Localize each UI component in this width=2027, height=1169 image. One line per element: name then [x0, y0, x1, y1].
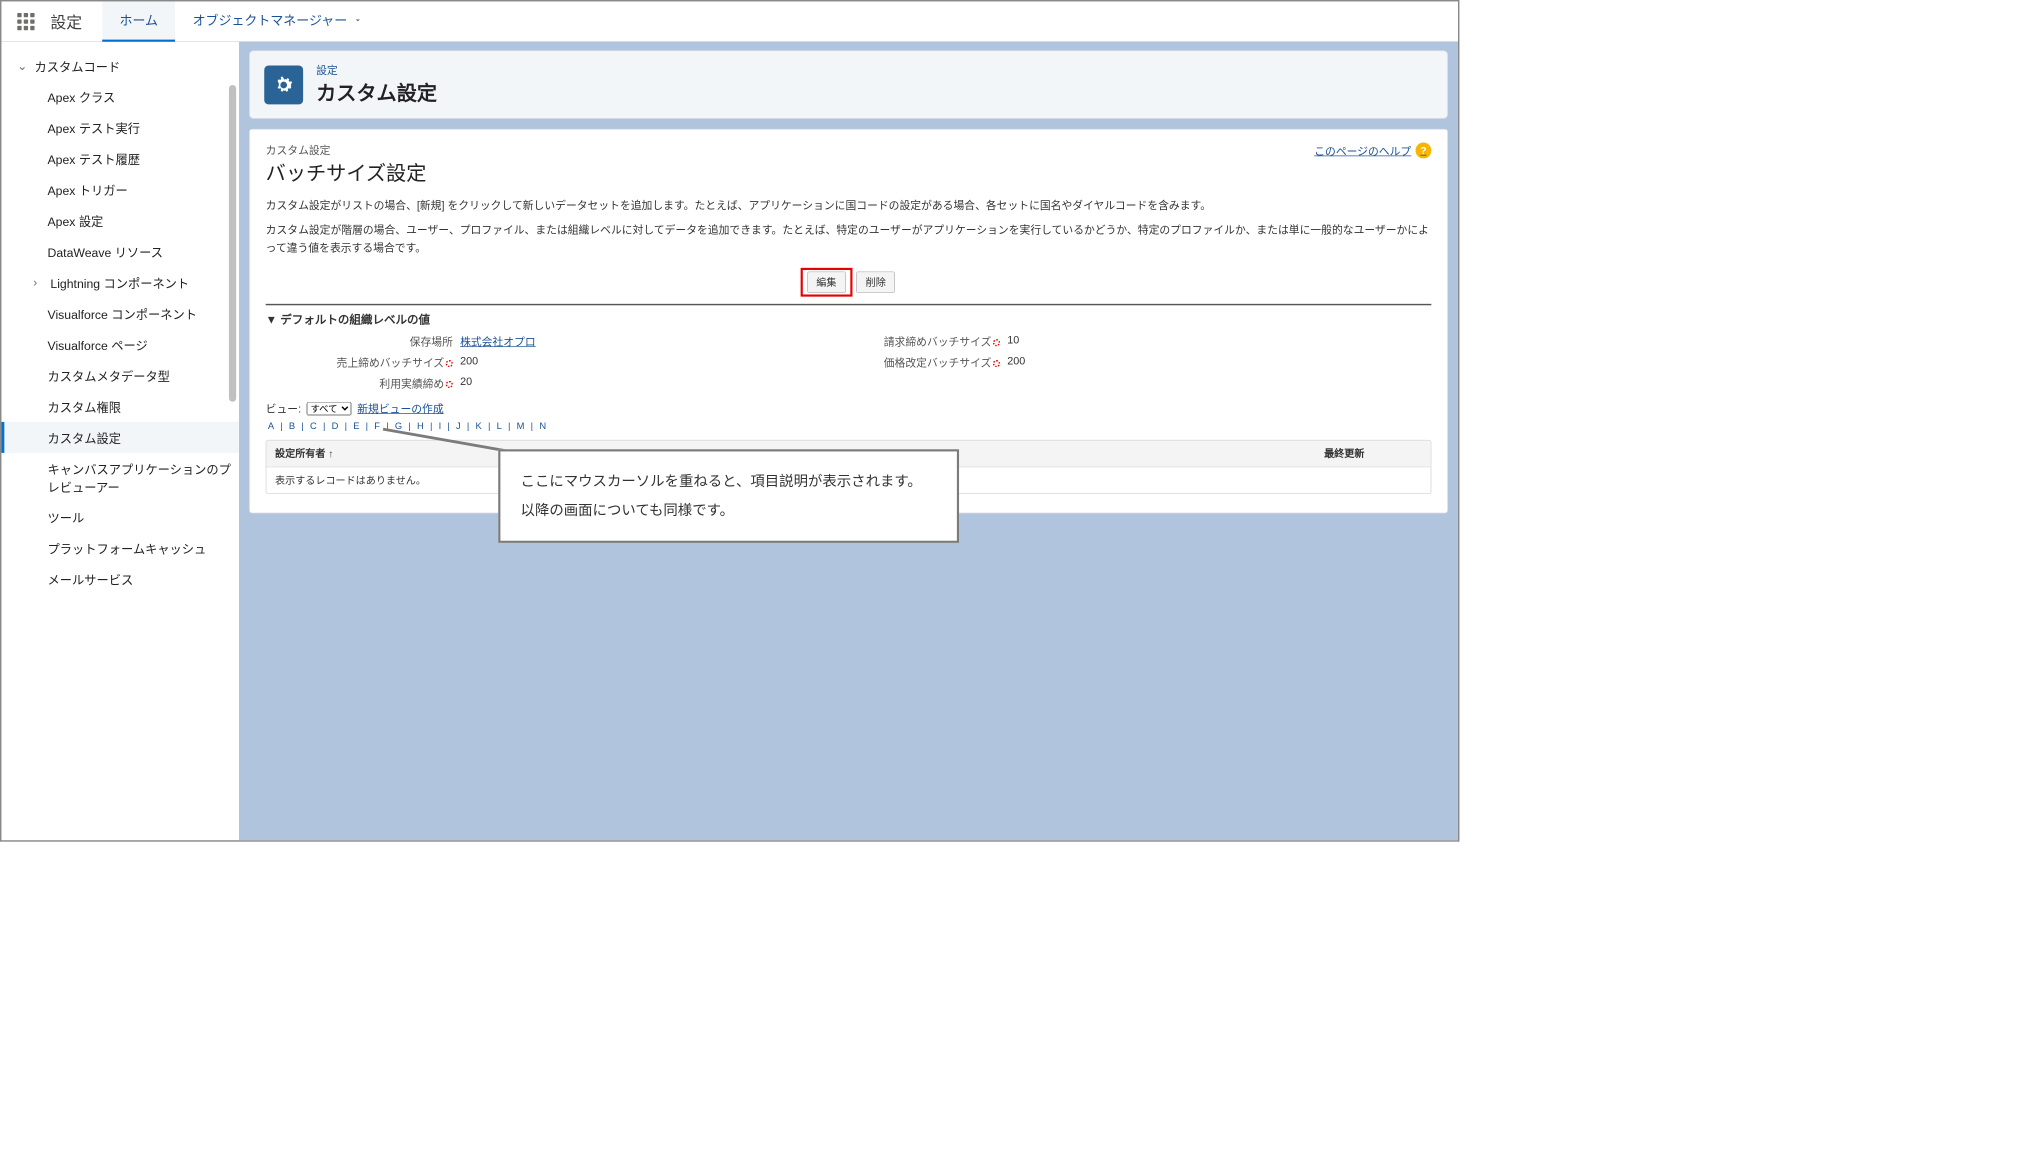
alpha-letter[interactable]: D: [332, 420, 339, 431]
alpha-letter[interactable]: M: [517, 420, 526, 431]
col-owner[interactable]: 設定所有者 ↑: [275, 446, 333, 460]
sidebar-item[interactable]: プラットフォームキャッシュ: [1, 533, 239, 564]
alpha-index: A | B | C | D | E | F | G | H | I | J | …: [266, 420, 1432, 431]
alpha-letter[interactable]: N: [539, 420, 546, 431]
label-price: 価格改定バッチサイズ: [748, 355, 1007, 370]
alpha-letter[interactable]: H: [417, 420, 424, 431]
help-link[interactable]: このページのヘルプ?: [1314, 143, 1431, 159]
info-icon[interactable]: [993, 339, 1000, 346]
top-nav: 設定 ホーム オブジェクトマネージャー: [1, 1, 1458, 41]
tab-home[interactable]: ホーム: [102, 1, 175, 41]
alpha-letter[interactable]: J: [456, 420, 461, 431]
alpha-letter[interactable]: L: [497, 420, 503, 431]
sidebar-item[interactable]: Visualforce ページ: [1, 329, 239, 360]
alpha-letter[interactable]: I: [439, 420, 442, 431]
chevron-right-icon: ›: [33, 275, 43, 289]
main-area: 設定 カスタム設定 このページのヘルプ? カスタム設定 バッチサイズ設定 カスタ…: [239, 42, 1458, 840]
topnav-title: 設定: [50, 10, 82, 33]
page-header: 設定 カスタム設定: [249, 50, 1448, 118]
alpha-letter[interactable]: B: [289, 420, 296, 431]
tab-object-manager[interactable]: オブジェクトマネージャー: [175, 1, 380, 41]
value-sales: 200: [460, 355, 748, 370]
desc-2: カスタム設定が階層の場合、ユーザー、プロファイル、または組織レベルに対してデータ…: [266, 221, 1432, 258]
sidebar-item[interactable]: Apex トリガー: [1, 174, 239, 205]
help-icon: ?: [1416, 143, 1432, 159]
chevron-down-icon: [353, 15, 363, 25]
new-view-link[interactable]: 新規ビューの作成: [357, 401, 443, 416]
view-select[interactable]: すべて: [307, 401, 352, 415]
sidebar-item[interactable]: カスタム設定: [1, 422, 239, 453]
label-usage: 利用実績締め: [294, 375, 460, 390]
settings-gear-icon: [264, 65, 303, 104]
label-storage: 保存場所: [294, 334, 460, 349]
sidebar-item[interactable]: カスタム権限: [1, 391, 239, 422]
header-overline: 設定: [316, 63, 437, 78]
value-usage: 20: [460, 375, 748, 390]
info-icon[interactable]: [993, 360, 1000, 367]
alpha-letter[interactable]: C: [310, 420, 317, 431]
header-title: カスタム設定: [316, 78, 437, 107]
label-billing: 請求締めバッチサイズ: [748, 334, 1007, 349]
callout-line2: 以降の画面についても同様です。: [521, 496, 937, 525]
sidebar-item[interactable]: ツール: [1, 502, 239, 533]
sidebar-item[interactable]: カスタムメタデータ型: [1, 360, 239, 391]
info-icon[interactable]: [446, 360, 453, 367]
sidebar-item[interactable]: Apex テスト実行: [1, 112, 239, 143]
sidebar-item[interactable]: ›Lightning コンポーネント: [1, 267, 239, 298]
callout-box: ここにマウスカーソルを重ねると、項目説明が表示されます。 以降の画面についても同…: [498, 449, 959, 543]
alpha-letter[interactable]: F: [374, 420, 380, 431]
desc-1: カスタム設定がリストの場合、[新規] をクリックして新しいデータセットを追加しま…: [266, 197, 1432, 215]
edit-highlight: 編集: [800, 267, 852, 296]
delete-button[interactable]: 削除: [856, 271, 895, 293]
sidebar-item[interactable]: Apex クラス: [1, 81, 239, 112]
app-launcher-icon[interactable]: [12, 7, 41, 36]
page-title: バッチサイズ設定: [266, 158, 1432, 187]
sidebar-section-custom-code[interactable]: ⌄ カスタムコード: [1, 50, 239, 81]
sidebar-item[interactable]: キャンバスアプリケーションのプレビューアー: [1, 453, 239, 502]
sidebar-item[interactable]: DataWeave リソース: [1, 236, 239, 267]
edit-button[interactable]: 編集: [807, 271, 846, 293]
field-grid: 保存場所 株式会社オプロ 請求締めバッチサイズ 10 売上締めバッチサイズ 20…: [294, 334, 1431, 391]
value-price: 200: [1007, 355, 1165, 370]
callout-line1: ここにマウスカーソルを重ねると、項目説明が表示されます。: [521, 467, 937, 496]
sidebar: ⌄ カスタムコード Apex クラスApex テスト実行Apex テスト履歴Ap…: [1, 42, 239, 840]
value-billing: 10: [1007, 334, 1165, 349]
alpha-letter[interactable]: A: [268, 420, 275, 431]
alpha-letter[interactable]: E: [353, 420, 360, 431]
scrollbar-thumb[interactable]: [229, 85, 236, 402]
label-sales: 売上締めバッチサイズ: [294, 355, 460, 370]
sidebar-item[interactable]: メールサービス: [1, 564, 239, 595]
view-label: ビュー:: [266, 401, 301, 416]
page-crumb: カスタム設定: [266, 143, 1432, 158]
sidebar-item[interactable]: Visualforce コンポーネント: [1, 298, 239, 329]
button-row: 編集 削除: [266, 267, 1432, 296]
section-default-org[interactable]: デフォルトの組織レベルの値: [266, 303, 1432, 326]
col-updated[interactable]: 最終更新: [1324, 446, 1422, 460]
info-icon[interactable]: [446, 381, 453, 388]
sidebar-item[interactable]: Apex テスト履歴: [1, 143, 239, 174]
value-storage[interactable]: 株式会社オプロ: [460, 336, 536, 348]
view-row: ビュー: すべて 新規ビューの作成: [266, 401, 1432, 416]
chevron-down-icon: ⌄: [17, 59, 27, 73]
sidebar-item[interactable]: Apex 設定: [1, 205, 239, 236]
alpha-letter[interactable]: K: [476, 420, 483, 431]
